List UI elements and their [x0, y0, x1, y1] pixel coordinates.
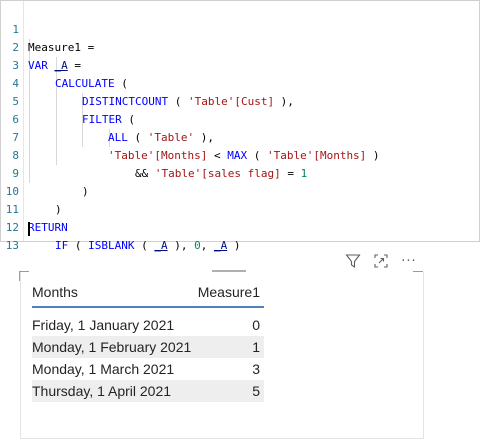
code-line: 4 DISTINCTCOUNT ( 'Table'[Cust] ),	[1, 57, 294, 108]
cell-value: 0	[252, 317, 260, 333]
variable-token: _A	[54, 59, 68, 72]
code-token: (	[127, 131, 148, 144]
code-text: 'Table'[Months] < MAX ( 'Table'[Months] …	[108, 147, 380, 165]
code-token: Measure1 =	[28, 41, 95, 54]
code-text: RETURN	[28, 219, 68, 237]
cell-month: Friday, 1 January 2021	[32, 317, 175, 333]
string-token: 'Table'[Months]	[266, 149, 367, 162]
cell-month: Monday, 1 February 2021	[32, 339, 192, 355]
code-line: 7 'Table'[Months] < MAX ( 'Table'[Months…	[1, 111, 379, 162]
code-token: (	[114, 77, 128, 90]
table-row[interactable]: Monday, 1 March 2021 3	[32, 358, 264, 380]
keyword-token: CALCULATE	[55, 77, 115, 90]
code-line: 6 ALL ( 'Table' ),	[1, 93, 214, 144]
column-header-measure1[interactable]: Measure1	[198, 278, 260, 306]
code-line: 11 RETURN	[1, 183, 68, 234]
code-text: CALCULATE (	[55, 75, 128, 93]
variable-token: _A	[154, 239, 168, 252]
code-line: 8 && 'Table'[sales flag] = 1	[1, 129, 307, 180]
keyword-token: MAX	[227, 149, 248, 162]
number-token: 0	[194, 239, 201, 252]
cell-month: Thursday, 1 April 2021	[32, 383, 172, 399]
keyword-token: RETURN	[28, 221, 68, 234]
table-row[interactable]: Thursday, 1 April 2021 5	[32, 380, 264, 402]
code-token: =	[280, 167, 301, 180]
code-line: 2 VAR _A =	[1, 21, 81, 72]
variable-token: _A	[213, 239, 228, 252]
keyword-token: DISTINCTCOUNT	[82, 95, 169, 108]
code-line: 3 CALCULATE (	[1, 39, 127, 90]
column-header-months[interactable]: Months	[32, 278, 78, 306]
code-text: )	[82, 183, 89, 201]
code-token: ,	[200, 239, 214, 252]
code-text: IF ( ISBLANK ( _A ), 0, _A )	[55, 237, 240, 255]
filter-icon[interactable]	[344, 252, 362, 270]
code-line: 5 FILTER (	[1, 75, 135, 126]
keyword-token: FILTER	[82, 113, 122, 126]
keyword-token: VAR	[28, 59, 48, 72]
code-token: )	[55, 203, 62, 216]
number-token: 1	[300, 167, 308, 180]
code-text: ALL ( 'Table' ),	[108, 129, 214, 147]
cell-month: Monday, 1 March 2021	[32, 361, 175, 377]
code-text: FILTER (	[82, 111, 135, 129]
dax-code-editor[interactable]: 1 Measure1 = 2 VAR _A = 3 CALCULATE ( 4 …	[0, 0, 480, 252]
table-header-row: Months Measure1	[32, 278, 264, 308]
keyword-token: ALL	[108, 131, 128, 144]
code-line: 9 )	[1, 147, 88, 198]
code-text: Measure1 =	[28, 39, 94, 57]
text-cursor	[28, 222, 30, 236]
table-row[interactable]: Friday, 1 January 2021 0	[32, 314, 264, 336]
code-token: (	[134, 239, 155, 252]
code-text: )	[55, 201, 62, 219]
code-text: VAR _A =	[28, 57, 81, 75]
code-line: 10 )	[1, 165, 62, 216]
cell-value: 5	[252, 383, 260, 399]
code-token: (	[68, 239, 89, 252]
string-token: 'Table'[sales flag]	[154, 167, 281, 180]
code-token: ),	[274, 95, 294, 108]
more-options-icon[interactable]: ···	[398, 252, 420, 270]
code-line: 13	[1, 219, 28, 252]
code-token: &&	[135, 167, 155, 180]
code-line: 1 Measure1 =	[1, 3, 94, 54]
code-token: (	[247, 149, 267, 162]
line-number: 13	[5, 239, 19, 252]
cell-value: 3	[252, 361, 260, 377]
code-token: )	[227, 239, 241, 252]
code-token: =	[67, 59, 81, 72]
code-token: ),	[167, 239, 195, 252]
code-token: (	[121, 113, 135, 126]
code-token: (	[168, 95, 188, 108]
table-row[interactable]: Monday, 1 February 2021 1	[32, 336, 264, 358]
string-token: 'Table'	[147, 131, 195, 144]
keyword-token: IF	[55, 239, 69, 252]
code-text: DISTINCTCOUNT ( 'Table'[Cust] ),	[82, 93, 294, 111]
focus-mode-icon[interactable]	[372, 252, 390, 270]
cell-value: 1	[252, 339, 260, 355]
string-token: 'Table'[Months]	[108, 149, 208, 162]
keyword-token: ISBLANK	[88, 239, 135, 252]
data-table: Months Measure1 Friday, 1 January 2021 0…	[32, 278, 264, 402]
code-text: && 'Table'[sales flag] = 1	[135, 165, 307, 183]
code-line: 12 IF ( ISBLANK ( _A ), 0, _A )	[1, 201, 241, 252]
code-token: )	[366, 149, 380, 162]
code-token: <	[207, 149, 228, 162]
code-token: )	[82, 185, 89, 198]
code-token: ),	[194, 131, 214, 144]
string-token: 'Table'[Cust]	[187, 95, 275, 108]
